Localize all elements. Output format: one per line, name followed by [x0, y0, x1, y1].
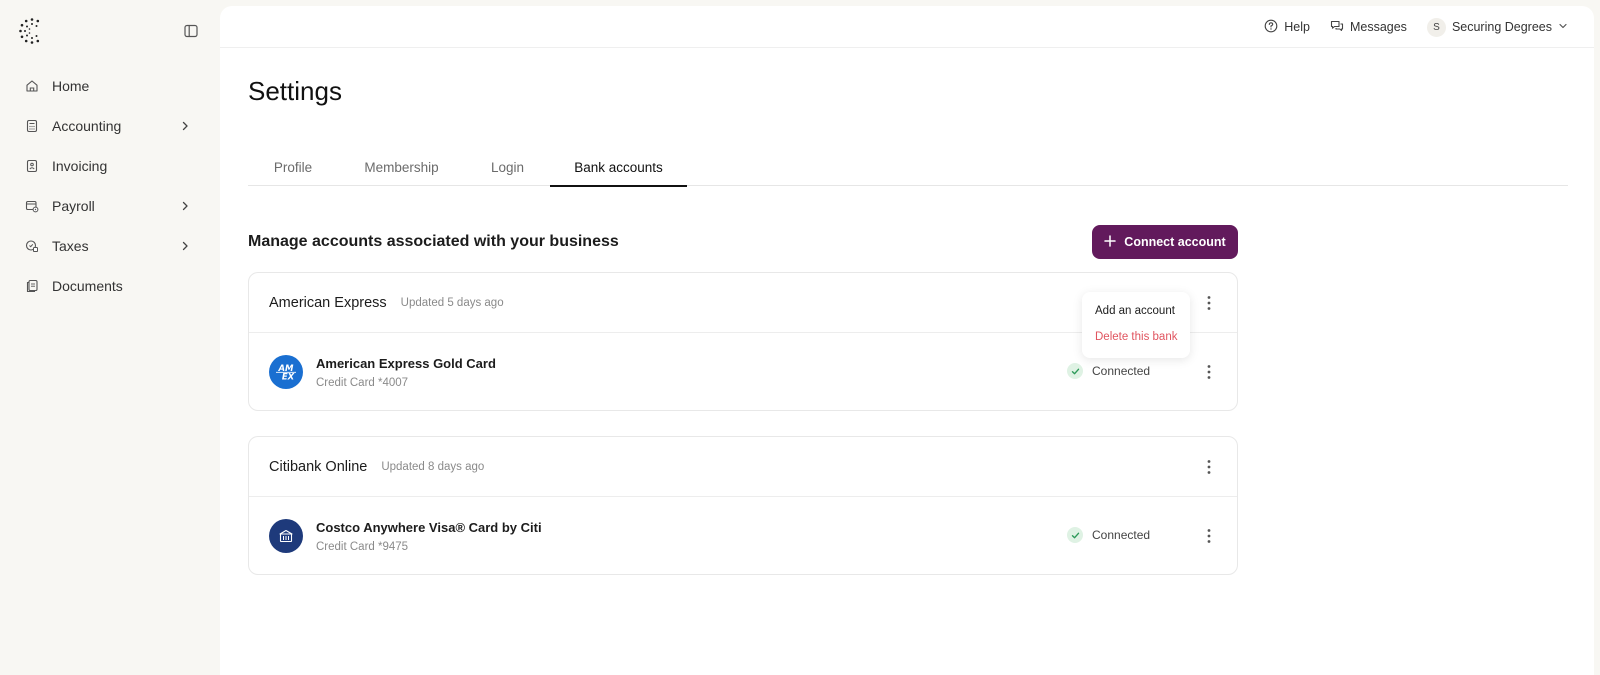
sidebar: Home Accounting Invoicing Payroll Taxes …	[0, 0, 220, 675]
sidebar-item-documents[interactable]: Documents	[14, 266, 204, 306]
sidebar-item-label: Payroll	[52, 198, 95, 214]
help-label: Help	[1284, 20, 1310, 34]
check-icon	[1067, 527, 1083, 543]
top-bar: Help Messages S Securing Degrees	[220, 6, 1594, 48]
tab-login[interactable]: Login	[465, 148, 550, 186]
account-name: Costco Anywhere Visa® Card by Citi	[316, 519, 542, 535]
settings-tabs: Profile Membership Login Bank accounts	[248, 148, 1568, 187]
help-link[interactable]: Help	[1264, 19, 1310, 36]
payroll-icon	[24, 198, 40, 214]
tab-membership[interactable]: Membership	[338, 148, 465, 186]
chevron-right-icon	[178, 239, 192, 253]
account-menu-kebab-icon[interactable]	[1199, 362, 1219, 382]
sidebar-item-label: Documents	[52, 278, 123, 294]
tab-bank-accounts[interactable]: Bank accounts	[550, 148, 687, 187]
home-icon	[24, 78, 40, 94]
user-menu[interactable]: S Securing Degrees	[1426, 17, 1568, 37]
bank-menu-kebab-icon[interactable]	[1199, 293, 1219, 313]
calculator-icon	[24, 118, 40, 134]
messages-link[interactable]: Messages	[1330, 19, 1407, 36]
status-label: Connected	[1092, 528, 1151, 542]
sidebar-item-payroll[interactable]: Payroll	[14, 186, 204, 226]
bank-updated: Updated 8 days ago	[381, 460, 485, 473]
add-account-menu-item[interactable]: Add an account	[1082, 298, 1190, 324]
account-row[interactable]: Costco Anywhere Visa® Card by Citi Credi…	[249, 497, 1237, 575]
chevron-right-icon	[178, 199, 192, 213]
user-name: Securing Degrees	[1451, 20, 1552, 34]
bank-menu-kebab-icon[interactable]	[1199, 457, 1219, 477]
chevron-right-icon	[178, 119, 192, 133]
account-subtitle: Credit Card *9475	[316, 540, 409, 553]
bank-actions-dropdown: Add an account Delete this bank	[1082, 292, 1190, 358]
sidebar-item-label: Accounting	[52, 118, 122, 134]
page-title: Settings	[248, 76, 342, 106]
status-label: Connected	[1092, 364, 1151, 378]
top-bar-actions: Help Messages S Securing Degrees	[1264, 6, 1568, 48]
account-text: American Express Gold Card Credit Card *…	[316, 356, 496, 389]
sidebar-toggle-icon[interactable]	[184, 24, 202, 42]
messages-label: Messages	[1349, 20, 1407, 34]
messages-icon	[1330, 19, 1344, 36]
documents-icon	[24, 278, 40, 294]
connect-account-button[interactable]: Connect account	[1092, 225, 1238, 259]
brand-logo-icon[interactable]	[18, 17, 46, 45]
delete-bank-menu-item[interactable]: Delete this bank	[1082, 324, 1190, 350]
account-name: American Express Gold Card	[316, 355, 496, 371]
sidebar-nav: Home Accounting Invoicing Payroll Taxes …	[14, 66, 204, 306]
sidebar-item-taxes[interactable]: Taxes	[14, 226, 204, 266]
help-icon	[1264, 19, 1278, 36]
sidebar-item-invoicing[interactable]: Invoicing	[14, 146, 204, 186]
connect-account-label: Connect account	[1124, 235, 1226, 249]
plus-icon	[1104, 234, 1117, 250]
connection-status: Connected	[1067, 363, 1150, 379]
svg-text:EX: EX	[282, 373, 295, 383]
connection-status: Connected	[1067, 527, 1150, 543]
sidebar-item-label: Invoicing	[52, 158, 108, 174]
check-icon	[1067, 363, 1083, 379]
account-subtitle: Credit Card *4007	[316, 376, 409, 389]
account-menu-kebab-icon[interactable]	[1199, 526, 1219, 546]
taxes-icon	[24, 238, 40, 254]
bank-building-icon	[269, 519, 303, 553]
amex-logo-icon: AM EX	[269, 355, 303, 389]
bank-updated: Updated 5 days ago	[400, 296, 504, 309]
tab-profile[interactable]: Profile	[248, 148, 338, 186]
sidebar-item-label: Taxes	[52, 238, 89, 254]
sidebar-item-label: Home	[52, 78, 90, 94]
account-text: Costco Anywhere Visa® Card by Citi Credi…	[316, 520, 542, 553]
avatar: S	[1426, 17, 1446, 37]
bank-name: Citibank Online	[269, 458, 368, 475]
main-panel: Help Messages S Securing Degrees Setting…	[220, 6, 1594, 675]
sidebar-item-home[interactable]: Home	[14, 66, 204, 106]
bank-name: American Express	[269, 294, 387, 311]
bank-card-citibank: Citibank Online Updated 8 days ago Costc…	[248, 436, 1238, 575]
sidebar-item-accounting[interactable]: Accounting	[14, 106, 204, 146]
bank-header: Citibank Online Updated 8 days ago	[249, 437, 1237, 497]
section-title: Manage accounts associated with your bus…	[248, 233, 619, 250]
invoice-icon	[24, 158, 40, 174]
chevron-down-icon	[1558, 20, 1568, 34]
